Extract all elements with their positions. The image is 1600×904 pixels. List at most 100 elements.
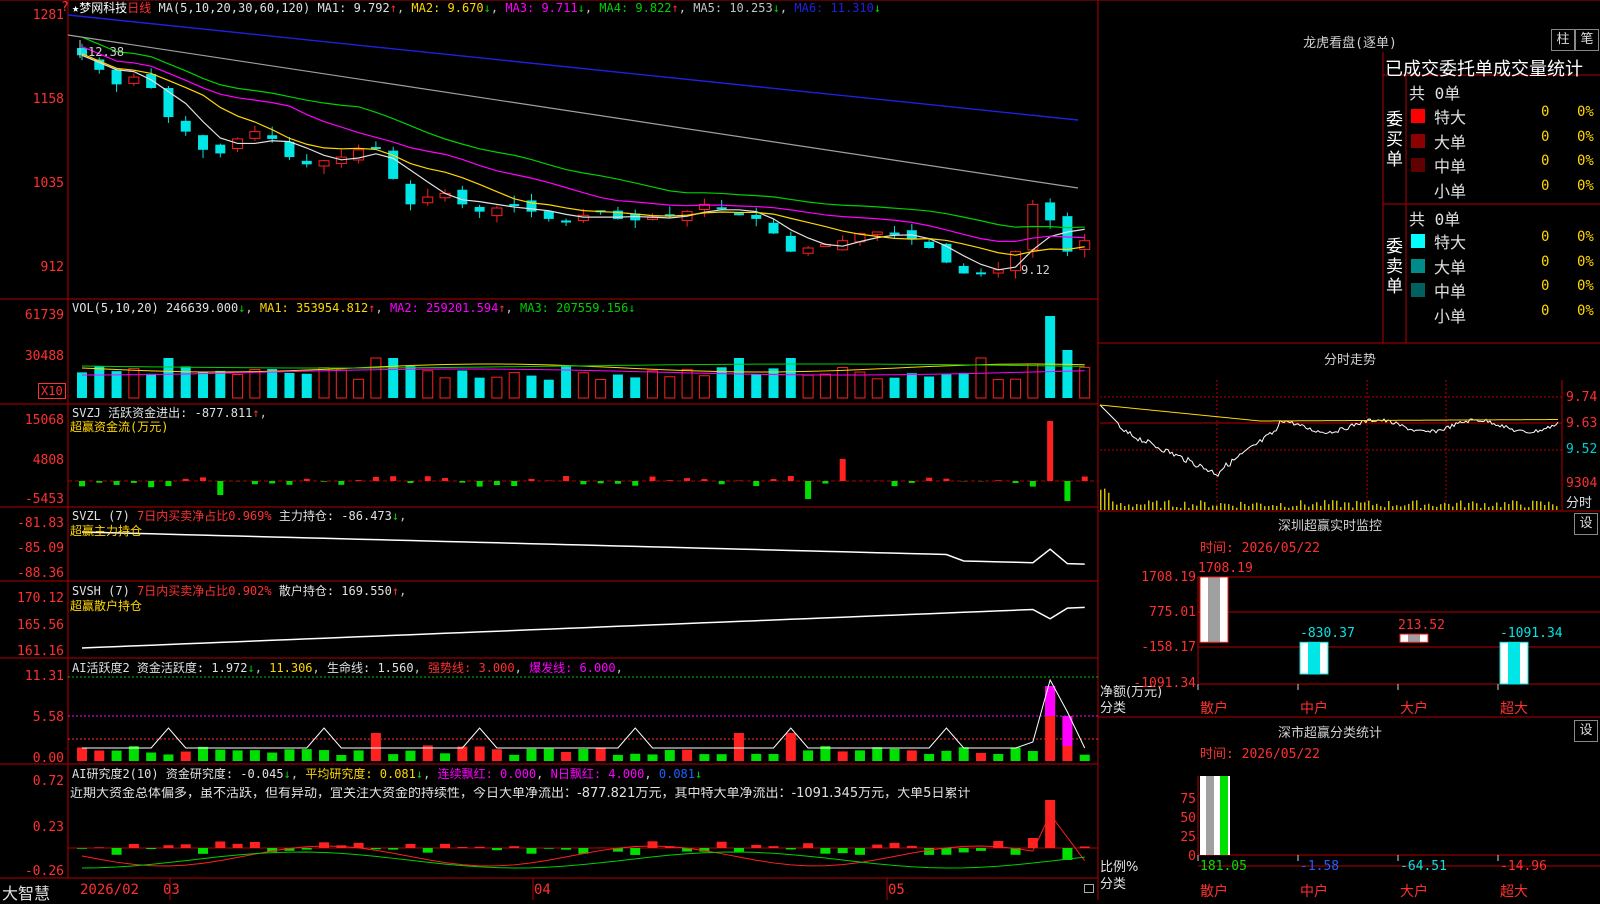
intraday-vol-bar [1204,502,1206,510]
ma4-value: MA4: 9.822 [599,1,671,15]
svsh-line [82,607,1085,648]
vol-bar-up [423,371,433,398]
period-label[interactable]: 日线 [127,1,151,15]
active-bar [250,750,260,761]
lock-icon[interactable] [1084,884,1094,893]
candle-down [509,204,519,206]
class-category: 中户 [1300,881,1328,901]
vol-bar-down [198,372,208,398]
vol-bar-down [94,366,104,398]
candle-down [215,145,225,154]
chart-grid [0,0,1600,900]
buy-row-name: 小单 [1434,178,1466,202]
vol-bar-down [457,371,467,398]
intraday-vol-bar [1268,506,1270,510]
svzj-tick: -5453 [25,492,64,507]
flow-bar-down [1013,481,1019,483]
intraday-vol-bar [1284,507,1286,510]
vol-bar-up [1011,379,1021,398]
active-bar [319,750,329,761]
dragon-panel-title: 龙虎看盘(逐单) [1240,32,1460,51]
intraday-vol-bar [1144,504,1146,510]
monitor-bar-core [1208,577,1220,642]
intraday-vol-bar [1396,505,1398,510]
vol-bar-up [976,358,986,398]
price-header: ★梦网科技日线 MA(5,10,20,30,60,120) MA1: 9.792… [72,1,881,15]
down-arrow-icon: ↓ [874,1,881,15]
ai-active-strong: 强势线: 3.000 [428,661,515,675]
candle-down [405,184,415,205]
intraday-vol-bar [1264,506,1266,510]
intraday-vol-bar [1192,504,1194,510]
buy-row-pct: 0% [1577,129,1594,145]
candle-down [1062,216,1072,251]
ma5-line [68,35,1078,188]
monitor-settings-button[interactable]: 设 [1574,513,1598,535]
vol-bar-up [354,379,364,398]
active-bar [492,749,502,761]
vol-bar-down [751,374,761,398]
flow-bar-down [217,481,223,495]
flow-bar-up [650,477,656,481]
flow-bar-up [183,479,189,481]
class-category: 散户 [1200,881,1228,901]
active-bar [475,747,485,761]
active-bar [613,755,623,761]
research-bar-up [250,842,260,848]
intraday-vol-bar [1360,503,1362,510]
vol-bar-up [509,373,519,398]
research-bar-down [198,848,208,854]
ai-active-tick: 5.58 [33,710,64,725]
candle-up [423,197,433,203]
active-bar [336,755,346,761]
class-time: 时间: 2026/05/22 [1200,743,1320,762]
vol-bar-down [1045,316,1055,398]
candle-down [976,272,986,274]
active-bar-top [1062,716,1072,746]
active-bar [941,751,951,761]
bar-view-button[interactable]: 柱 [1551,29,1575,51]
buy-color-swatch [1411,183,1425,197]
research-bar-up [129,844,139,848]
candle-down [457,190,467,205]
research-bar-up [405,844,415,848]
monitor-y-tick: 775.01 [1149,605,1196,620]
tick-view-button[interactable]: 笔 [1575,29,1599,51]
low-price-label: 9.12 [1021,263,1050,277]
svzl-value: 主力持仓: -86.473 [279,509,392,523]
candle-up [1080,241,1090,250]
flow-bar-down [407,481,413,483]
down-arrow-icon: ↓ [392,509,399,523]
class-value-label: -1.58 [1300,859,1339,874]
vol-bar-up [699,376,709,398]
intraday-vol-bar [1392,506,1394,510]
stock-name[interactable]: 梦网科技 [79,1,127,15]
vol-tick: 30488 [25,349,64,364]
buy-color-swatch [1411,134,1425,148]
active-bar [838,751,848,761]
down-arrow-icon: ↓ [628,301,635,315]
svzl-name: SVZL (7) [72,509,130,523]
intraday-vol-bar [1368,501,1370,510]
candle-down [751,215,761,219]
flow-bar-up [667,480,673,481]
monitor-bar-core [1408,634,1420,642]
price-tick: 912 [41,260,64,275]
active-bar [993,754,1003,761]
intraday-vol-bar [1336,501,1338,510]
candle-down [475,207,485,212]
down-arrow-icon: ↓ [695,767,702,781]
up-arrow-icon: ↑ [672,1,679,15]
ai-research-v: 0.081 [659,767,695,781]
intraday-vol-bar [1232,506,1234,510]
flow-bar-down [96,481,102,483]
intraday-avg-line [1100,405,1558,421]
research-line2 [82,852,1085,868]
class-settings-button[interactable]: 设 [1574,720,1598,742]
research-bar-up [319,842,329,848]
flow-bar-down [321,481,327,482]
ai-research-tick: -0.26 [25,864,64,879]
monitor-time: 时间: 2026/05/22 [1200,537,1320,556]
active-bar [682,750,692,761]
sell-row-pct: 0% [1577,229,1594,245]
